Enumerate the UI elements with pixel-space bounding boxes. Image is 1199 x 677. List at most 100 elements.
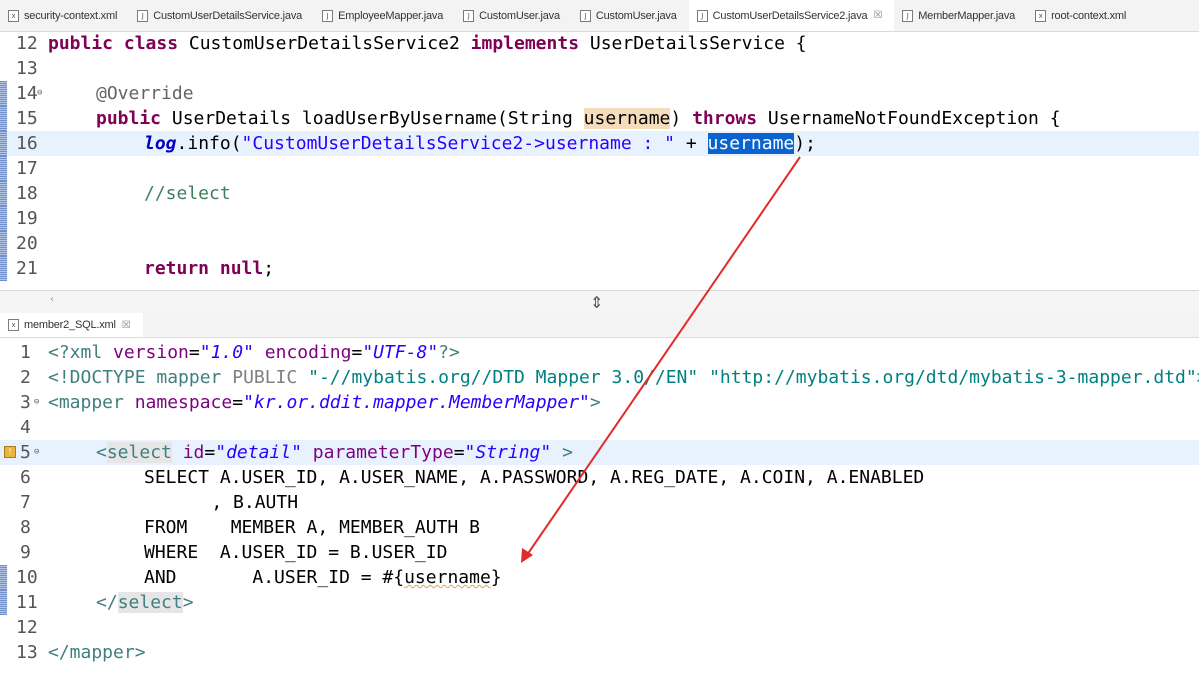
scroll-left-icon[interactable]: ‹ xyxy=(50,294,54,305)
xml-tag: < xyxy=(96,442,107,463)
line-number: 8 xyxy=(20,517,31,538)
sql-text: WHERE A.USER_ID = B.USER_ID xyxy=(144,542,448,563)
code-line[interactable]: 18 //select xyxy=(0,181,1199,206)
code-text: = xyxy=(453,442,465,463)
editor-tab-bar: x security-context.xml J CustomUserDetailsS… xyxy=(0,0,1199,32)
xml-attr: namespace xyxy=(134,392,233,413)
tab-label: CustomUserDetailsService.java xyxy=(153,9,303,22)
comment: //select xyxy=(144,183,231,204)
code-line[interactable]: 6 SELECT A.USER_ID, A.USER_NAME, A.PASSW… xyxy=(0,465,1199,490)
close-icon[interactable]: ☒ xyxy=(873,10,882,21)
code-line[interactable]: 14 ⊖ @Override xyxy=(0,81,1199,106)
line-number: 21 xyxy=(16,258,38,279)
tab-employeemapper-java[interactable]: J EmployeeMapper.java xyxy=(314,0,455,31)
code-line[interactable]: 13 </mapper> xyxy=(0,640,1199,665)
xml-attr: encoding xyxy=(264,342,352,363)
line-number: 9 xyxy=(20,542,31,563)
code-line[interactable]: 11 </select> xyxy=(0,590,1199,615)
code-line[interactable]: 17 xyxy=(0,156,1199,181)
code-line[interactable]: 12 xyxy=(0,615,1199,640)
code-line[interactable]: 4 xyxy=(0,415,1199,440)
code-text: .info( xyxy=(176,133,242,154)
pane-divider[interactable]: ‹ ⇕ xyxy=(0,290,1199,313)
xml-value: "UTF-8" xyxy=(362,342,439,363)
string-literal: "CustomUserDetailsService2->username : " xyxy=(241,133,676,154)
code-line[interactable]: 13 xyxy=(0,56,1199,81)
sql-text: SELECT A.USER_ID, A.USER_NAME, A.PASSWOR… xyxy=(144,467,925,488)
resize-cursor-icon: ⇕ xyxy=(590,293,604,312)
xml-tag: </ xyxy=(96,592,118,613)
xml-tag: > xyxy=(182,592,194,613)
java-file-icon: J xyxy=(902,9,914,22)
tab-root-context-xml[interactable]: x root-context.xml xyxy=(1027,0,1138,31)
keyword: return xyxy=(144,258,210,279)
code-text: ; xyxy=(263,258,275,279)
code-line[interactable]: 9 WHERE A.USER_ID = B.USER_ID xyxy=(0,540,1199,565)
text-selection[interactable]: username xyxy=(707,133,795,154)
code-line[interactable]: 21 return null; xyxy=(0,256,1199,281)
java-file-icon: J xyxy=(463,9,475,22)
annotation: @Override xyxy=(96,83,194,104)
xml-attr: id xyxy=(182,442,205,463)
line-number: 18 xyxy=(16,183,38,204)
code-text: + xyxy=(675,133,708,154)
keyword: null xyxy=(219,258,264,279)
tab-member2-sql[interactable]: x member2_SQL.xml ☒ xyxy=(0,313,143,337)
line-number: 7 xyxy=(20,492,31,513)
current-line[interactable]: ! 5 ⊖ <select id="detail" parameterType=… xyxy=(0,440,1199,465)
exception-name: UsernameNotFoundException { xyxy=(757,108,1061,129)
tab-label: security-context.xml xyxy=(24,9,118,22)
tab-customuser-java[interactable]: J CustomUser.java xyxy=(455,0,572,31)
java-file-icon: J xyxy=(579,9,591,22)
xml-editor[interactable]: 1 <?xml version="1.0" encoding="UTF-8"?>… xyxy=(0,340,1199,677)
xml-value: "String" xyxy=(464,442,552,463)
java-editor[interactable]: 12 public class CustomUserDetailsService… xyxy=(0,31,1199,290)
code-text: = xyxy=(188,342,200,363)
xml-tag: </mapper> xyxy=(48,642,146,663)
tab-customuserdetailsservice-java[interactable]: J CustomUserDetailsService.java xyxy=(129,0,314,31)
fold-icon[interactable]: ⊖ xyxy=(34,390,39,415)
warning-icon[interactable]: ! xyxy=(4,446,16,458)
line-number: 17 xyxy=(16,158,38,179)
change-marker xyxy=(0,256,7,281)
line-number: 12 xyxy=(16,617,38,638)
code-line[interactable]: 19 xyxy=(0,206,1199,231)
line-number: 13 xyxy=(16,642,38,663)
close-icon[interactable]: ☒ xyxy=(122,320,131,331)
xml-value: "kr.or.ddit.mapper.MemberMapper" xyxy=(243,392,590,413)
line-number: 13 xyxy=(16,58,38,79)
xml-value: "detail" xyxy=(215,442,302,463)
line-number: 5 xyxy=(20,442,31,463)
xml-decl: ?> xyxy=(438,342,460,363)
line-number: 15 xyxy=(16,108,38,129)
xml-tab-bar: x member2_SQL.xml ☒ xyxy=(0,313,1199,338)
code-text: = xyxy=(204,442,216,463)
fold-icon[interactable]: ⊖ xyxy=(37,81,42,106)
code-line[interactable]: 7 , B.AUTH xyxy=(0,490,1199,515)
change-marker xyxy=(0,565,7,590)
code-line[interactable]: 8 FROM MEMBER A, MEMBER_AUTH B xyxy=(0,515,1199,540)
sql-param: username xyxy=(404,567,491,588)
tab-customuserdetailsservice2-java[interactable]: J CustomUserDetailsService2.java ☒ xyxy=(688,0,895,31)
tab-security-context-xml[interactable]: x security-context.xml xyxy=(0,0,129,31)
code-line[interactable]: 12 public class CustomUserDetailsService… xyxy=(0,31,1199,56)
method-signature: UserDetails loadUserByUsername(String xyxy=(161,108,584,129)
current-line[interactable]: 16 log.info("CustomUserDetailsService2->… xyxy=(0,131,1199,156)
code-line[interactable]: 15 public UserDetails loadUserByUsername… xyxy=(0,106,1199,131)
xml-value: "1.0" xyxy=(199,342,254,363)
change-marker xyxy=(0,181,7,206)
code-line[interactable]: 3 ⊖ <mapper namespace="kr.or.ddit.mapper… xyxy=(0,390,1199,415)
tab-membermapper-java[interactable]: J MemberMapper.java xyxy=(894,0,1027,31)
code-line[interactable]: 1 <?xml version="1.0" encoding="UTF-8"?> xyxy=(0,340,1199,365)
code-line[interactable]: 10 AND A.USER_ID = #{username} xyxy=(0,565,1199,590)
fold-icon[interactable]: ⊖ xyxy=(34,440,39,465)
code-line[interactable]: 2 <!DOCTYPE mapper PUBLIC "-//mybatis.or… xyxy=(0,365,1199,390)
sql-text: FROM MEMBER A, MEMBER_AUTH B xyxy=(144,517,480,538)
line-number: 20 xyxy=(16,233,38,254)
change-marker xyxy=(0,156,7,181)
tab-customuser-java[interactable]: J CustomUser.java xyxy=(572,0,689,31)
code-line[interactable]: 20 xyxy=(0,231,1199,256)
xml-file-icon: x xyxy=(8,319,19,331)
tab-label: CustomUserDetailsService2.java xyxy=(712,9,868,22)
line-number: 11 xyxy=(16,592,38,613)
